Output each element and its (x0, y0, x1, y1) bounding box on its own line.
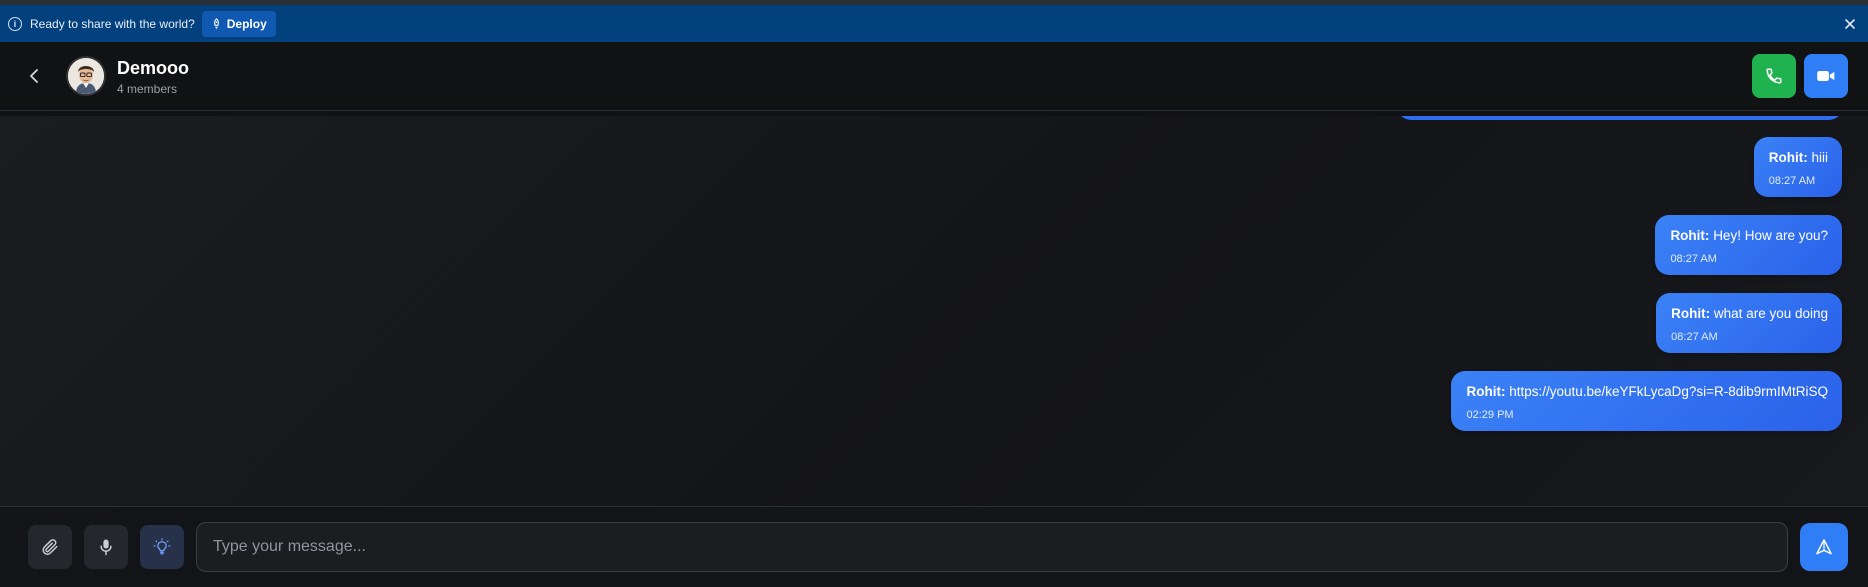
message-line: Rohit: https://youtu.be/keYFkLycaDg?si=R… (1466, 384, 1828, 399)
app-window: i Ready to share with the world? Deploy (0, 0, 1868, 587)
video-call-button[interactable] (1804, 54, 1848, 98)
message-link[interactable]: https://youtu.be/keYFkLycaDg?si=R-8dib9r… (1509, 384, 1828, 399)
idea-button[interactable] (140, 525, 184, 569)
member-count: 4 members (117, 81, 178, 96)
message-bubble-partial (1397, 116, 1843, 120)
message-line: Rohit: hiii (1769, 150, 1828, 165)
call-actions (1752, 54, 1848, 98)
message-list[interactable]: Rohit: hiii 08:27 AM Rohit: Hey! How are… (0, 116, 1868, 507)
message-input[interactable] (196, 522, 1788, 572)
send-icon (1816, 539, 1832, 555)
message-composer (0, 507, 1868, 587)
chat-title: Demooo (117, 57, 189, 78)
avatar[interactable] (66, 56, 106, 96)
voice-record-button[interactable] (84, 525, 128, 569)
banner-message: Ready to share with the world? (30, 16, 195, 31)
attach-button[interactable] (28, 525, 72, 569)
message-sender: Rohit: (1670, 228, 1710, 243)
info-icon: i (8, 16, 22, 31)
message-line: Rohit: what are you doing (1671, 306, 1828, 321)
deploy-button[interactable]: Deploy (201, 10, 276, 37)
chat-title-group: Demooo 4 members (117, 57, 189, 96)
close-icon[interactable] (1840, 14, 1860, 34)
deploy-banner: i Ready to share with the world? Deploy (0, 5, 1868, 42)
chat-header: Demooo 4 members (0, 42, 1868, 111)
video-icon (1817, 71, 1835, 81)
message-time: 08:27 AM (1768, 175, 1816, 187)
send-button[interactable] (1800, 523, 1848, 571)
paperclip-icon (42, 539, 58, 555)
rocket-icon (213, 18, 219, 29)
message-sender: Rohit: (1768, 150, 1808, 165)
message-time: 08:27 AM (1670, 253, 1717, 265)
message-text: Hey! How are you? (1713, 228, 1828, 243)
avatar-illustration (68, 58, 104, 94)
message-time: 02:29 PM (1466, 409, 1514, 421)
voice-call-button[interactable] (1752, 54, 1796, 98)
message-sender: Rohit: (1671, 306, 1711, 321)
message-bubble[interactable]: Rohit: https://youtu.be/keYFkLycaDg?si=R… (1451, 371, 1842, 431)
message-text: hiii (1811, 150, 1828, 165)
microphone-icon (100, 539, 112, 556)
message-bubble[interactable]: Rohit: Hey! How are you? 08:27 AM (1655, 215, 1842, 275)
message-sender: Rohit: (1466, 384, 1506, 399)
phone-icon (1766, 68, 1782, 84)
message-text: what are you doing (1713, 306, 1828, 321)
message-line: Rohit: Hey! How are you? (1670, 228, 1828, 243)
chevron-left-icon[interactable] (22, 64, 46, 88)
deploy-label: Deploy (226, 16, 267, 31)
message-column: Rohit: hiii 08:27 AM Rohit: Hey! How are… (1451, 137, 1842, 431)
message-time: 08:27 AM (1671, 331, 1718, 343)
message-bubble[interactable]: Rohit: hiii 08:27 AM (1753, 137, 1842, 197)
message-bubble[interactable]: Rohit: what are you doing 08:27 AM (1656, 293, 1842, 353)
lightbulb-icon (153, 538, 171, 555)
